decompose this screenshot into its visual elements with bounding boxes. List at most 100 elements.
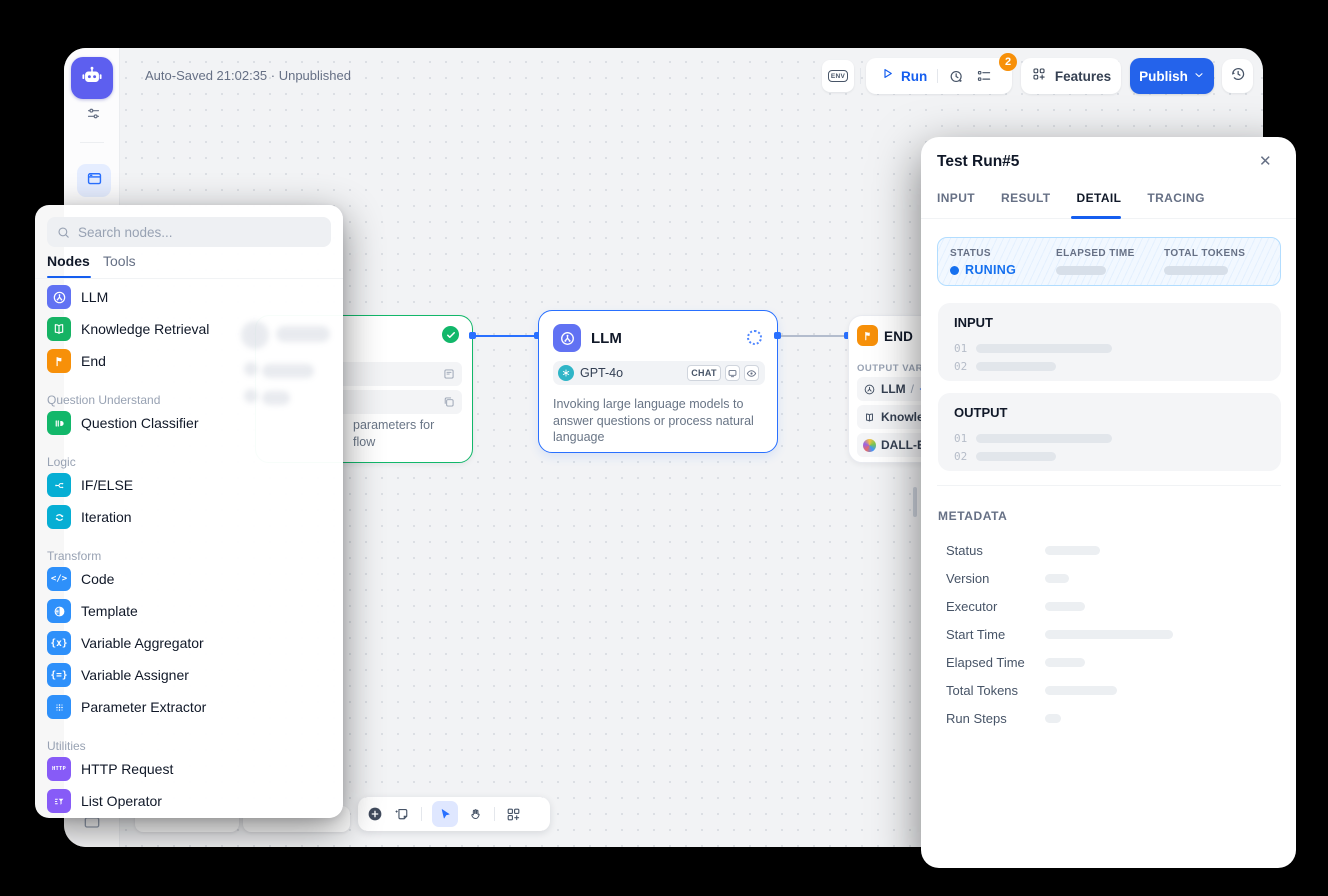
skeleton-bar xyxy=(1056,266,1106,275)
node-item-list-operator[interactable]: List Operator xyxy=(47,785,331,817)
model-selector[interactable]: GPT-4o CHAT xyxy=(553,361,765,385)
start-node-description: parameters for xyxy=(353,417,468,434)
code-icon: </> xyxy=(47,567,71,591)
node-item-label: Template xyxy=(81,603,138,619)
branch-icon xyxy=(47,473,71,497)
edge-handle[interactable] xyxy=(774,332,781,339)
canvas-scrollbar[interactable] xyxy=(913,487,917,517)
toolbar-divider xyxy=(421,807,422,821)
elapsed-label: ELAPSED TIME xyxy=(1056,248,1135,259)
node-item-label: End xyxy=(81,353,106,369)
node-item-knowledge-retrieval[interactable]: Knowledge Retrieval xyxy=(47,313,331,345)
node-item-label: Question Classifier xyxy=(81,415,199,431)
status-card: STATUS ELAPSED TIME TOTAL TOKENS RUNING xyxy=(937,237,1281,286)
llm-mini-icon xyxy=(863,383,876,396)
sliders-icon[interactable] xyxy=(83,103,103,123)
extractor-icon xyxy=(47,695,71,719)
window-icon xyxy=(85,169,104,193)
active-tab-underline xyxy=(1071,216,1121,219)
tab-input[interactable]: INPUT xyxy=(937,191,975,205)
node-item-iteration[interactable]: Iteration xyxy=(47,501,331,533)
edge-handle[interactable] xyxy=(469,332,476,339)
tab-detail[interactable]: DETAIL xyxy=(1077,191,1122,205)
screenshot-stage: Auto-Saved 21:02:35 · Unpublished ENV Ru… xyxy=(0,0,1328,896)
skeleton-bar xyxy=(976,434,1112,443)
copy-icon xyxy=(442,395,456,414)
metadata-row-elapsed-time: Elapsed Time xyxy=(938,648,1281,676)
run-button[interactable]: Run xyxy=(880,66,927,86)
play-icon xyxy=(880,66,895,86)
env-button[interactable]: ENV xyxy=(822,60,854,92)
start-node-description: flow xyxy=(353,434,468,451)
llm-node[interactable]: LLM GPT-4o CHAT Invoking large language … xyxy=(538,310,778,453)
add-node-icon[interactable] xyxy=(366,805,384,823)
node-section-logic: Logic xyxy=(47,439,331,469)
skeleton-bar xyxy=(976,452,1056,461)
node-item-label: LLM xyxy=(81,289,108,305)
metadata-rows: StatusVersionExecutorStart TimeElapsed T… xyxy=(938,536,1281,732)
add-note-icon[interactable] xyxy=(394,806,411,823)
output-rows: 0102 xyxy=(954,429,1264,465)
node-section-question-understand: Question Understand xyxy=(47,377,331,407)
node-item-if-else[interactable]: IF/ELSE xyxy=(47,469,331,501)
topbar-divider xyxy=(860,68,861,84)
checklist-icon[interactable] xyxy=(975,67,993,85)
node-item-end[interactable]: End xyxy=(47,345,331,377)
node-item-template[interactable]: Template xyxy=(47,595,331,627)
node-item-code[interactable]: </> Code xyxy=(47,563,331,595)
row-index: 01 xyxy=(954,432,967,445)
tab-result[interactable]: RESULT xyxy=(1001,191,1051,205)
tab-tracing[interactable]: TRACING xyxy=(1147,191,1204,205)
publish-button[interactable]: Publish xyxy=(1130,58,1214,94)
path-separator: / xyxy=(911,382,914,396)
skeleton-bar xyxy=(976,362,1056,371)
node-item-variable-aggregator[interactable]: {x}Variable Aggregator xyxy=(47,627,331,659)
output-card-label: OUTPUT xyxy=(954,405,1007,420)
node-picker-panel: Nodes Tools LLM Knowledge Retrieval End Que… xyxy=(35,205,343,818)
node-item-http-request[interactable]: HTTPHTTP Request xyxy=(47,753,331,785)
node-item-label: List Operator xyxy=(81,793,162,809)
schedule-icon[interactable] xyxy=(948,68,965,85)
eye-icon xyxy=(744,365,759,381)
node-item-question-classifier[interactable]: Question Classifier xyxy=(47,407,331,439)
end-flag-icon xyxy=(857,325,878,346)
llm-icon xyxy=(553,324,581,352)
history-button[interactable] xyxy=(1222,59,1253,93)
sidebar-item-workflow[interactable] xyxy=(77,164,111,197)
metadata-row-start-time: Start Time xyxy=(938,620,1281,648)
llm-node-description: Invoking large language models to answer… xyxy=(553,396,767,446)
pointer-tool-icon[interactable] xyxy=(432,801,458,827)
metadata-key: Status xyxy=(938,543,1045,558)
tabs-divider xyxy=(35,278,343,279)
hand-tool-icon[interactable] xyxy=(468,806,484,822)
history-icon xyxy=(1229,65,1247,88)
llm-icon xyxy=(47,285,71,309)
text-field-icon xyxy=(442,367,456,386)
metadata-key: Start Time xyxy=(938,627,1045,642)
node-item-label: Variable Assigner xyxy=(81,667,189,683)
search-input[interactable] xyxy=(78,225,308,240)
end-variable-label: DALL-E xyxy=(881,438,925,452)
close-icon[interactable]: ✕ xyxy=(1259,152,1272,170)
organize-icon[interactable] xyxy=(505,806,522,823)
tab-tools[interactable]: Tools xyxy=(103,253,136,269)
skeleton-bar xyxy=(1045,546,1100,555)
node-item-variable-assigner[interactable]: {=}Variable Assigner xyxy=(47,659,331,691)
app-logo[interactable] xyxy=(71,57,113,99)
autosave-status: Auto-Saved 21:02:35 · Unpublished xyxy=(145,68,351,83)
end-variable-label: LLM xyxy=(881,382,906,396)
success-check-icon xyxy=(440,324,461,345)
node-item-label: Knowledge Retrieval xyxy=(81,321,209,337)
node-item-llm[interactable]: LLM xyxy=(47,281,331,313)
features-button[interactable]: Features xyxy=(1021,58,1121,94)
toolbar-divider xyxy=(494,807,495,821)
edge-llm-end xyxy=(778,335,848,337)
metadata-row-version: Version xyxy=(938,564,1281,592)
run-group: Run xyxy=(866,58,1012,94)
node-section-utilities: Utilities xyxy=(47,723,331,753)
tab-nodes[interactable]: Nodes xyxy=(47,253,90,269)
node-item-label: Code xyxy=(81,571,114,587)
model-name: GPT-4o xyxy=(580,366,623,380)
running-dot-icon xyxy=(950,266,959,275)
node-item-parameter-extractor[interactable]: Parameter Extractor xyxy=(47,691,331,723)
